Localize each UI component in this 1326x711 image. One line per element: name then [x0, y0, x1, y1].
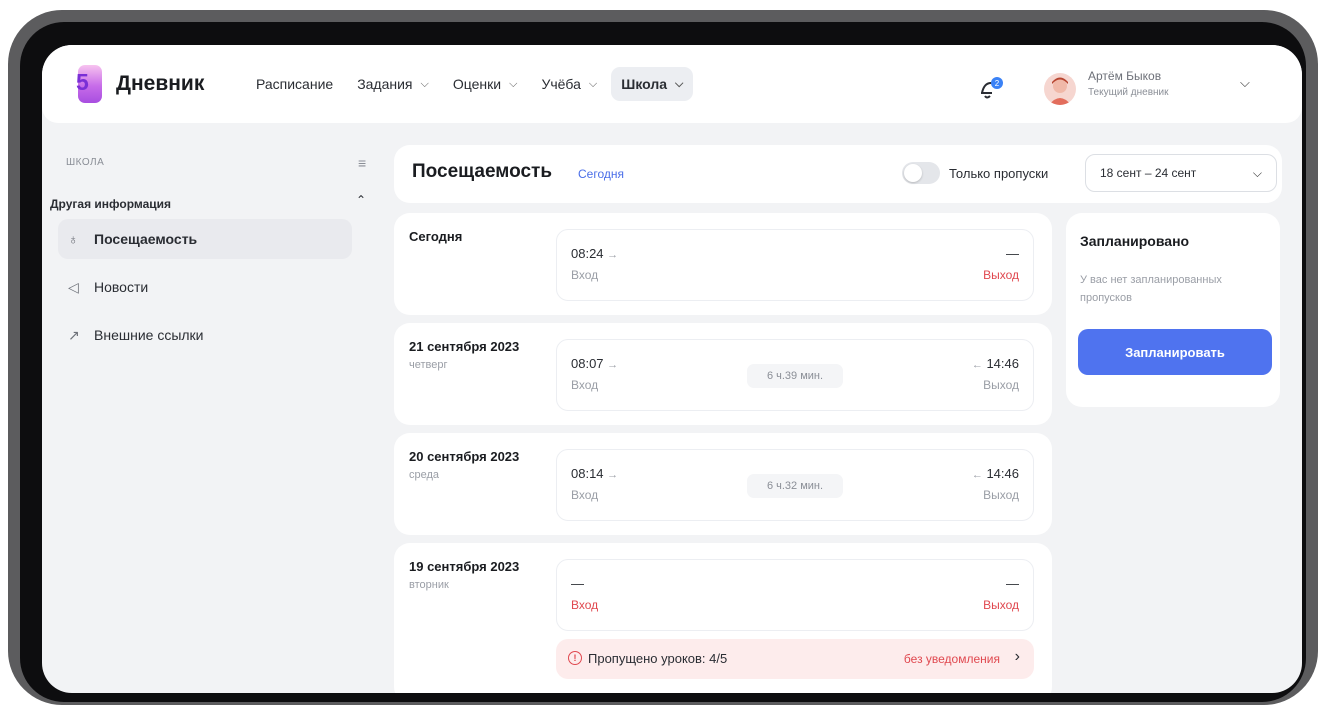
- arrow-right-icon: →: [607, 469, 619, 481]
- sidebar-item-label: Посещаемость: [94, 231, 198, 247]
- entry-label: Вход: [571, 488, 599, 502]
- nav-label: Школа: [621, 76, 668, 92]
- top-header: 5 Дневник Расписание Задания ⌵ Оценки ⌵ …: [42, 45, 1302, 123]
- chevron-down-icon[interactable]: ⌵: [1240, 75, 1250, 91]
- entry-exit-row[interactable]: 08:24 → Вход — Выход: [556, 229, 1034, 301]
- app-screen: 5 Дневник Расписание Задания ⌵ Оценки ⌵ …: [42, 45, 1302, 693]
- nav-label: Оценки: [452, 76, 502, 92]
- day-date: 21 сентября 2023: [409, 339, 520, 354]
- entry-label: Вход: [571, 378, 599, 392]
- entry-exit-row[interactable]: — Вход — Выход: [556, 559, 1034, 631]
- date-range-select[interactable]: 18 сент – 24 сент ⌵: [1085, 154, 1277, 192]
- planned-text: У вас нет запланированных пропусков: [1080, 274, 1222, 304]
- logo-badge: 5: [76, 65, 102, 103]
- notification-count: 2: [995, 79, 1000, 88]
- day-weekday: среда: [409, 469, 440, 481]
- nav-item-schedule[interactable]: Расписание: [246, 67, 343, 101]
- megaphone-icon: ◁: [68, 278, 79, 295]
- sidebar-item-attendance[interactable]: ♁ Посещаемость: [58, 219, 352, 259]
- nav-label: Задания: [357, 76, 413, 92]
- page-title: Посещаемость: [412, 161, 553, 182]
- entry-exit-row[interactable]: 08:07 → Вход 6 ч.39 мин. ← 14:46 Выход: [556, 339, 1034, 411]
- sidebar-item-news[interactable]: ◁ Новости: [58, 267, 352, 307]
- user-name[interactable]: Артём Быков: [1088, 69, 1161, 83]
- main-nav: Расписание Задания ⌵ Оценки ⌵ Учёба ⌵ Шк…: [246, 67, 697, 101]
- sidebar-item-external-links[interactable]: ↗ Внешние ссылки: [58, 315, 352, 355]
- duration-badge: 6 ч.39 мин.: [747, 364, 843, 388]
- entry-time: 08:14 →: [571, 466, 619, 481]
- entry-time: —: [571, 576, 584, 591]
- avatar[interactable]: [1044, 73, 1076, 105]
- chevron-down-icon: ⌵: [588, 77, 598, 90]
- collapse-sidebar-icon[interactable]: ≡: [358, 155, 366, 171]
- exit-label: Выход: [983, 268, 1019, 282]
- arrow-right-icon: →: [607, 249, 619, 261]
- plan-absence-button[interactable]: Запланировать: [1078, 329, 1272, 375]
- logo-number: 5: [76, 69, 89, 95]
- day-date: Сегодня: [409, 229, 463, 244]
- day-card: 21 сентября 2023 четверг 08:07 → Вход 6 …: [394, 323, 1052, 425]
- exit-time: —: [1006, 246, 1019, 261]
- sidebar-section-title: ШКОЛА: [66, 157, 105, 168]
- planned-panel: Запланировано У вас нет запланированных …: [1066, 213, 1280, 407]
- missed-lessons-banner[interactable]: ! Пропущено уроков: 4/5 без уведомления …: [556, 639, 1034, 679]
- entry-time: 08:07 →: [571, 356, 619, 371]
- alert-icon: !: [568, 651, 582, 665]
- nav-item-study[interactable]: Учёба ⌵: [531, 67, 607, 101]
- exit-time: ← 14:46: [971, 356, 1019, 371]
- arrow-left-icon: ←: [971, 359, 983, 371]
- arrow-left-icon: ←: [971, 469, 983, 481]
- day-card: 20 сентября 2023 среда 08:14 → Вход 6 ч.…: [394, 433, 1052, 535]
- date-range-value: 18 сент – 24 сент: [1100, 166, 1197, 180]
- planned-title: Запланировано: [1080, 233, 1190, 249]
- missed-lessons-note: без уведомления: [903, 652, 1000, 666]
- nav-label: Расписание: [256, 76, 334, 92]
- only-absences-label: Только пропуски: [949, 166, 1049, 181]
- entry-time: 08:24 →: [571, 246, 619, 261]
- day-weekday: вторник: [409, 579, 449, 591]
- nav-item-school[interactable]: Школа ⌵: [611, 67, 694, 101]
- nav-item-assignments[interactable]: Задания ⌵: [347, 67, 439, 101]
- person-walk-icon: ♁: [68, 231, 79, 247]
- sidebar-item-label: Новости: [94, 279, 149, 295]
- chevron-up-icon[interactable]: ⌃: [356, 193, 366, 207]
- exit-label: Выход: [983, 378, 1019, 392]
- exit-time: ← 14:46: [971, 466, 1019, 481]
- chevron-down-icon: ⌵: [509, 77, 518, 90]
- entry-label: Вход: [571, 598, 599, 612]
- entry-exit-row[interactable]: 08:14 → Вход 6 ч.32 мин. ← 14:46 Выход: [556, 449, 1034, 521]
- day-weekday: четверг: [409, 359, 448, 371]
- user-subtitle: Текущий дневник: [1088, 87, 1169, 98]
- sidebar-group-title[interactable]: Другая информация: [50, 197, 171, 211]
- day-date: 20 сентября 2023: [409, 449, 520, 464]
- app-name: Дневник: [116, 72, 205, 95]
- logo[interactable]: 5 Дневник: [76, 65, 205, 103]
- day-date: 19 сентября 2023: [409, 559, 520, 574]
- day-card: 19 сентября 2023 вторник — Вход — Выход …: [394, 543, 1052, 693]
- chevron-down-icon: ⌵: [1252, 166, 1262, 180]
- exit-label: Выход: [983, 488, 1019, 502]
- missed-lessons-text: Пропущено уроков: 4/5: [588, 651, 728, 666]
- only-absences-toggle[interactable]: [902, 162, 940, 184]
- today-link[interactable]: Сегодня: [578, 167, 624, 181]
- chevron-right-icon: ›: [1014, 648, 1020, 665]
- day-card: Сегодня 08:24 → Вход — Выход: [394, 213, 1052, 315]
- exit-label: Выход: [983, 598, 1019, 612]
- entry-label: Вход: [571, 268, 599, 282]
- exit-time: —: [1006, 576, 1019, 591]
- chevron-down-icon: ⌵: [675, 77, 684, 90]
- arrow-right-icon: →: [607, 359, 619, 371]
- external-link-icon: ↗: [68, 326, 80, 343]
- duration-badge: 6 ч.32 мин.: [747, 474, 843, 498]
- chevron-down-icon: ⌵: [420, 77, 429, 90]
- sidebar-item-label: Внешние ссылки: [94, 327, 204, 343]
- notifications-icon[interactable]: 2: [978, 75, 1004, 101]
- nav-label: Учёба: [541, 76, 581, 92]
- nav-item-grades[interactable]: Оценки ⌵: [443, 67, 528, 101]
